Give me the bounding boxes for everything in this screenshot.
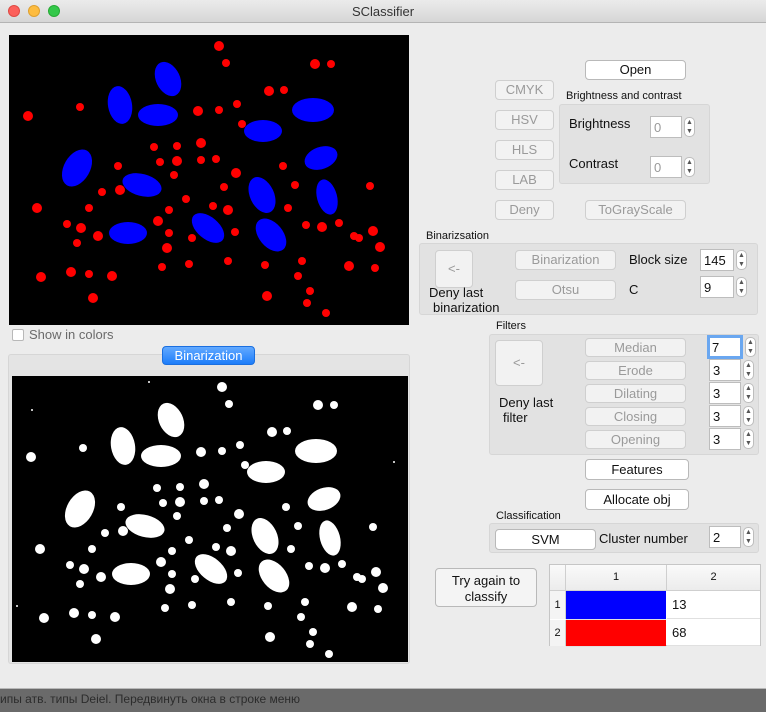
- classification-title: Classification: [496, 510, 561, 522]
- otsu-button[interactable]: Otsu: [515, 280, 616, 300]
- median-field[interactable]: [707, 335, 743, 359]
- open-button[interactable]: Open: [585, 60, 686, 80]
- dilating-button[interactable]: Dilating: [585, 384, 686, 403]
- table-color-cell[interactable]: [566, 620, 666, 647]
- column-header[interactable]: 1: [566, 565, 667, 591]
- main-window: SClassifier Show in colors Binarization …: [0, 0, 766, 689]
- deny-last-binarization-label-2: binarization: [433, 300, 500, 315]
- tab-binarization[interactable]: Binarization: [162, 346, 255, 365]
- classified-cells-graphic: [23, 41, 385, 317]
- table-count-cell[interactable]: 68: [667, 620, 760, 646]
- row-header[interactable]: 2: [550, 620, 566, 646]
- svm-button[interactable]: SVM: [495, 529, 596, 550]
- erode-spinbox[interactable]: ▲▼: [709, 359, 755, 381]
- dilating-stepper[interactable]: ▲ ▼: [743, 383, 754, 403]
- erode-button[interactable]: Erode: [585, 361, 686, 380]
- cluster-number-spinbox[interactable]: ▲▼: [709, 526, 755, 548]
- closing-spinbox[interactable]: ▲▼: [709, 405, 755, 427]
- deny-last-filter-button[interactable]: <-: [495, 340, 543, 386]
- cluster-number-label: Cluster number: [599, 531, 688, 546]
- try-again-label-2: classify: [464, 589, 508, 604]
- binary-cells-graphic: [16, 381, 395, 658]
- median-button[interactable]: Median: [585, 338, 686, 357]
- show-in-colors-label: Show in colors: [29, 327, 114, 342]
- cmyk-button[interactable]: CMYK: [495, 80, 554, 100]
- c-stepper[interactable]: ▲ ▼: [736, 277, 747, 297]
- table-color-cell[interactable]: [566, 591, 666, 620]
- results-table[interactable]: 1 2 1 13 2 68: [549, 564, 761, 647]
- deny-last-filter-label-1: Deny last: [499, 395, 554, 410]
- cluster-number-field[interactable]: [709, 526, 741, 548]
- hsv-button[interactable]: HSV: [495, 110, 554, 130]
- deny-last-filter-label-2: filter: [503, 410, 528, 425]
- row-header[interactable]: 1: [550, 591, 566, 619]
- brightness-field[interactable]: [650, 116, 682, 138]
- opening-field[interactable]: [709, 428, 741, 450]
- dilating-spinbox[interactable]: ▲▼: [709, 382, 755, 404]
- allocate-obj-button[interactable]: Allocate obj: [585, 489, 689, 510]
- binarization-button[interactable]: Binarization: [515, 250, 616, 270]
- block-size-label: Block size: [629, 252, 688, 267]
- dilating-field[interactable]: [709, 382, 741, 404]
- median-spinbox[interactable]: ▲▼: [707, 335, 759, 359]
- deny-last-binarization-label-1: Deny last: [429, 285, 484, 300]
- contrast-field[interactable]: [650, 156, 682, 178]
- opening-stepper[interactable]: ▲ ▼: [743, 429, 754, 449]
- title-bar[interactable]: SClassifier: [0, 0, 766, 23]
- closing-field[interactable]: [709, 405, 741, 427]
- contrast-label: Contrast: [569, 156, 619, 171]
- filters-group-title: Filters: [496, 320, 526, 332]
- block-size-field[interactable]: [700, 249, 734, 271]
- brightness-stepper[interactable]: ▲ ▼: [684, 117, 695, 137]
- classified-image: [9, 35, 409, 325]
- contrast-stepper[interactable]: ▲ ▼: [684, 157, 695, 177]
- try-again-button[interactable]: Try again to classify: [435, 568, 537, 607]
- median-stepper[interactable]: ▲ ▼: [745, 337, 756, 357]
- closing-button[interactable]: Closing: [585, 407, 686, 426]
- status-strip: ипы атв. типы Deiel. Передвинуть окна в …: [0, 689, 766, 712]
- table-corner: [550, 565, 566, 591]
- brightness-contrast-title: Brightness and contrast: [566, 90, 682, 102]
- brightness-spinbox[interactable]: ▲▼: [650, 116, 696, 138]
- opening-button[interactable]: Opening: [585, 430, 686, 449]
- show-in-colors-checkbox[interactable]: [12, 329, 24, 341]
- hls-button[interactable]: HLS: [495, 140, 554, 160]
- window-title: SClassifier: [351, 4, 415, 19]
- block-size-stepper[interactable]: ▲ ▼: [736, 250, 747, 270]
- erode-stepper[interactable]: ▲ ▼: [743, 360, 754, 380]
- try-again-label-1: Try again to: [451, 573, 521, 588]
- binary-image: [12, 376, 408, 662]
- cluster-number-stepper[interactable]: ▲ ▼: [743, 527, 754, 547]
- to-grayscale-button[interactable]: ToGrayScale: [585, 200, 686, 220]
- closing-stepper[interactable]: ▲ ▼: [743, 406, 754, 426]
- deny-button[interactable]: Deny: [495, 200, 554, 220]
- c-spinbox[interactable]: ▲▼: [700, 276, 748, 298]
- brightness-label: Brightness: [569, 116, 631, 131]
- opening-spinbox[interactable]: ▲▼: [709, 428, 755, 450]
- binarization-group-title: Binarizsation: [426, 230, 489, 242]
- column-header[interactable]: 2: [667, 565, 760, 591]
- table-count-cell[interactable]: 13: [667, 591, 760, 619]
- block-size-spinbox[interactable]: ▲▼: [700, 249, 748, 271]
- contrast-spinbox[interactable]: ▲▼: [650, 156, 696, 178]
- erode-field[interactable]: [709, 359, 741, 381]
- status-text: ипы атв. типы Deiel. Передвинуть окна в …: [0, 692, 301, 706]
- lab-button[interactable]: LAB: [495, 170, 554, 190]
- c-field[interactable]: [700, 276, 734, 298]
- deny-last-binarization-button[interactable]: <-: [435, 250, 473, 288]
- features-button[interactable]: Features: [585, 459, 689, 480]
- c-label: C: [629, 282, 639, 297]
